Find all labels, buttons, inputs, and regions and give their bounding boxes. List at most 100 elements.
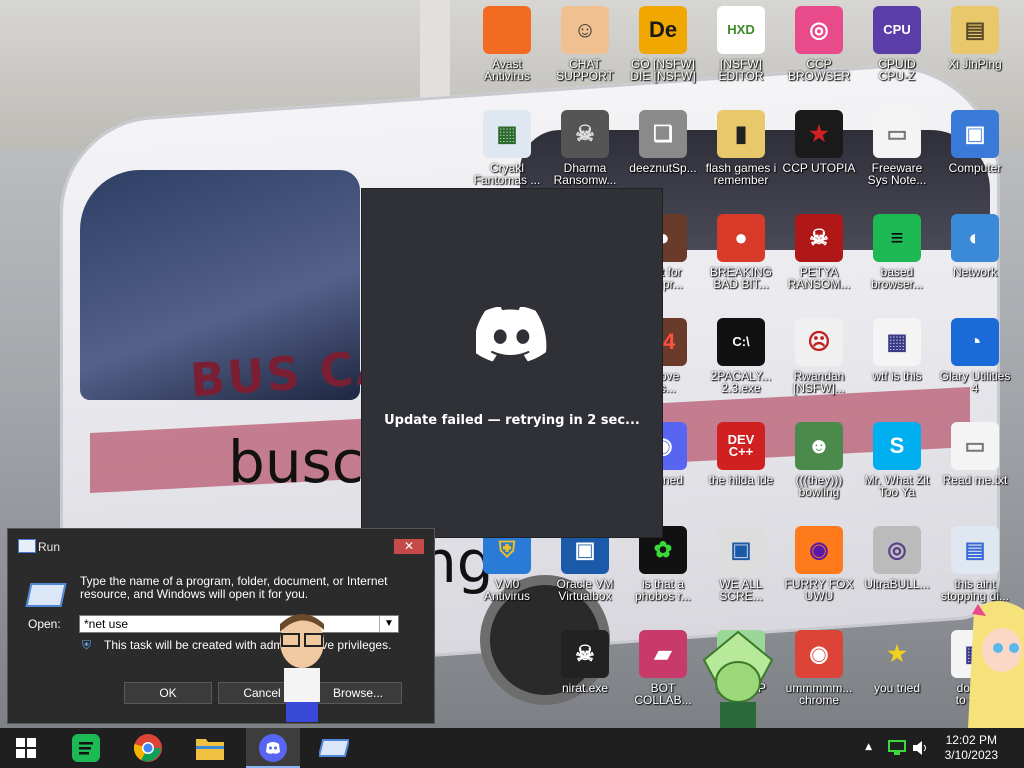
chevron-down-icon[interactable]: ▼: [379, 616, 398, 632]
chrome-taskbar[interactable]: [124, 728, 172, 768]
chevron-up-icon[interactable]: ▲: [865, 742, 872, 752]
run-taskbar[interactable]: [310, 728, 358, 768]
desktop-icon-label: Rwandan [NSFW]...: [793, 369, 845, 395]
desktop-icon-you-tried[interactable]: ★ you tried: [858, 630, 936, 695]
desktop-icon-label: Mr. What Zit Too Ya: [864, 473, 930, 499]
wtf-is-this-icon: ▦: [873, 318, 921, 366]
desktop-icon-we-all-scre[interactable]: ▣ WE ALL SCRE...: [702, 526, 780, 602]
desktop-icon-dharma-ransomware[interactable]: ☠ Dharma Ransomw...: [546, 110, 624, 186]
run-dialog-titlebar[interactable]: Run ✕: [8, 529, 434, 561]
desktop-icon-freeware-sys-note[interactable]: ▭ Freeware Sys Note...: [858, 110, 936, 186]
desktop-icon-this-aint-stopping[interactable]: ▤ this aint stopping di...: [936, 526, 1014, 602]
ummmm-chrome-icon: ◉: [795, 630, 843, 678]
read-me-txt-icon: ▭: [951, 422, 999, 470]
desktop-icon-network[interactable]: ◐ Network: [936, 214, 1014, 278]
desktop-icon-rwandan-genocide[interactable]: ☹ Rwandan [NSFW]...: [780, 318, 858, 394]
desktop-icon-cryakl-fantomas[interactable]: ▦ Cryakl Fantomas ...: [468, 110, 546, 186]
desktop-icon-flash-games[interactable]: ▮ flash games i remember: [702, 110, 780, 186]
wallpaper-pillar: [420, 0, 450, 110]
desktop-icon-based-browser[interactable]: ≡ based browser...: [858, 214, 936, 290]
windows-logo-icon: [16, 738, 36, 758]
desktop-icon-deeznutsp[interactable]: ❏ deeznutSp...: [624, 110, 702, 174]
desktop-icon-xi-jinping[interactable]: ▤ Xi JinPing: [936, 6, 1014, 70]
desktop-icon-label: ummmmm... chrome: [785, 681, 853, 707]
open-command-input[interactable]: *net use ▼: [79, 615, 399, 633]
file-explorer-taskbar[interactable]: [186, 728, 234, 768]
ccp-utopia-icon: ★: [795, 110, 843, 158]
desktop-icon-glary-utilities[interactable]: ◔ Glary Utilities 4: [936, 318, 1014, 394]
desktop-icon-ultrabull[interactable]: ◎ UltraBULL...: [858, 526, 936, 590]
desktop-icon-2pacaly[interactable]: C:\ 2PACALY... 2.3.exe: [702, 318, 780, 394]
glary-utilities-icon: ◔: [951, 318, 999, 366]
desktop-icon-oracle-vm-virtualbox[interactable]: ▣ Oracle VM Virtualbox: [546, 526, 624, 602]
based-browser-taskbar[interactable]: [62, 728, 110, 768]
desktop-icon-label: deeznutSp...: [629, 161, 697, 175]
desktop-icon-label: the hilda ide: [708, 473, 774, 487]
based-browser-icon: ≡: [873, 214, 921, 262]
desktop-icon-mr-what-zit-too-ya[interactable]: S Mr. What Zit Too Ya: [858, 422, 936, 498]
desktop-icon-label: BOT COLLAB...: [634, 681, 692, 707]
desktop-icon-label: Glary Utilities 4: [939, 369, 1011, 395]
desktop-icon-label: Dharma Ransomw...: [553, 161, 617, 187]
network-icon[interactable]: [888, 740, 906, 756]
cryakl-fantomas-icon: ▦: [483, 110, 531, 158]
desktop-icon-ccp-browser[interactable]: ◎ CCP BROWSER: [780, 6, 858, 82]
taskbar-clock[interactable]: 12:02 PM 3/10/2023: [945, 733, 998, 763]
petya-ransom-icon: ☠: [795, 214, 843, 262]
dharma-ransomware-icon: ☠: [561, 110, 609, 158]
desktop-icon-wtf-is-this[interactable]: ▦ wtf is this: [858, 318, 936, 382]
run-program-icon: [25, 583, 67, 607]
cpuid-cpu-z-icon: CPU: [873, 6, 921, 54]
desktop-icon-chat-support[interactable]: ☺ CHAT SUPPORT: [546, 6, 624, 82]
desktop-icon-label: based browser...: [870, 265, 924, 291]
desktop-icon-label: (((they))) bowling: [795, 473, 843, 499]
open-command-value: *net use: [84, 617, 129, 631]
ok-button[interactable]: OK: [124, 682, 212, 704]
desktop-icon-label: FURRY FOX UWU: [784, 577, 854, 603]
chrome-icon: [133, 734, 162, 762]
desktop-icon-cpuid-cpu-z[interactable]: CPU CPUID CPU-Z: [858, 6, 936, 82]
desktop-icon-petya-ransom[interactable]: ☠ PETYA RANSOM...: [780, 214, 858, 290]
desktop-icon-label: flash games i remember: [705, 161, 777, 187]
desktop-icon-ccp-utopia[interactable]: ★ CCP UTOPIA: [780, 110, 858, 174]
desktop-icon-label: UltraBULL...: [864, 577, 930, 591]
avast-antivirus-icon: [483, 6, 531, 54]
bot-collab-icon: ▰: [639, 630, 687, 678]
desktop-icon-bot-collab[interactable]: ▰ BOT COLLAB...: [624, 630, 702, 706]
desktop-icon-label: CPUID CPU-Z: [878, 57, 916, 83]
desktop-icon-label: 2PACALY... 2.3.exe: [710, 369, 772, 395]
2pacaly-icon: C:\: [717, 318, 765, 366]
desktop-icon-computer[interactable]: ▣ Computer: [936, 110, 1014, 174]
desktop-icon-label: Freeware Sys Note...: [867, 161, 927, 187]
discord-taskbar[interactable]: [246, 728, 300, 768]
start-button[interactable]: [2, 728, 50, 768]
desktop-icon-furry-fox-uwu[interactable]: ◉ FURRY FOX UWU: [780, 526, 858, 602]
hank-cartoon-sticker: [280, 614, 324, 722]
open-label: Open:: [28, 617, 61, 631]
speaker-icon[interactable]: [912, 740, 928, 756]
desktop-icon-label: Read me.txt: [942, 473, 1008, 487]
desktop-icon-read-me-txt[interactable]: ▭ Read me.txt: [936, 422, 1014, 486]
desktop-icon-vm0-antivirus[interactable]: ⛨ VM0 Antivirus: [468, 526, 546, 602]
desktop-icon-label: is that a phobos r...: [634, 577, 692, 603]
rwandan-genocide-icon: ☹: [795, 318, 843, 366]
desktop-icon-is-that-a-phobos[interactable]: ✿ is that a phobos r...: [624, 526, 702, 602]
star-butterfly-cartoon-sticker: [968, 601, 1024, 728]
desktop-icon-hex-editor[interactable]: HXD [NSFW] EDITOR: [702, 6, 780, 82]
desktop-icon-avast-antivirus[interactable]: Avast Antivirus: [468, 6, 546, 82]
close-button[interactable]: ✕: [394, 539, 424, 554]
desktop-icon-label: WE ALL SCRE...: [719, 577, 763, 603]
desktop-icon-go-die[interactable]: De GO [NSFW] DIE [NSFW]: [624, 6, 702, 82]
admin-privileges-note: This task will be created with administr…: [104, 638, 392, 652]
desktop-icon-nirat-exe[interactable]: ☠ nirat.exe: [546, 630, 624, 694]
desktop-icon-breaking-bad-bit[interactable]: ● BREAKING BAD BIT...: [702, 214, 780, 290]
desktop-icon-the-hilda-ide[interactable]: DEV C++ the hilda ide: [702, 422, 780, 486]
desktop-icon-ummmm-chrome[interactable]: ◉ ummmmm... chrome: [780, 630, 858, 706]
network-icon: ◐: [951, 214, 999, 262]
mr-what-zit-too-ya-icon: S: [873, 422, 921, 470]
desktop-icon-they-bowling[interactable]: ☻ (((they))) bowling: [780, 422, 858, 498]
desktop-icon-label: this aint stopping di...: [940, 577, 1010, 603]
you-tried-icon: ★: [887, 641, 907, 666]
desktop-icon-label: VM0 Antivirus: [483, 577, 530, 603]
xi-jinping-icon: ▤: [951, 6, 999, 54]
